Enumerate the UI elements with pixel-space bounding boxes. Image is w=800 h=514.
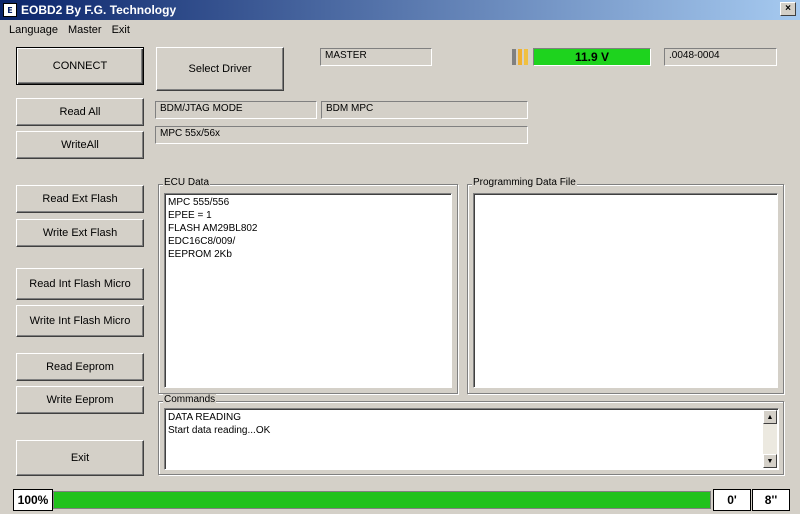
voltage-display: 11.9 V — [533, 48, 651, 66]
write-int-flash-button[interactable]: Write Int Flash Micro — [16, 305, 144, 337]
write-ext-flash-button[interactable]: Write Ext Flash — [16, 219, 144, 247]
menu-master[interactable]: Master — [63, 24, 107, 36]
app-icon: E — [3, 3, 17, 17]
voltage-bar-orange — [518, 49, 522, 65]
programming-file-list[interactable] — [473, 193, 778, 388]
ecu-data-label: ECU Data — [163, 177, 211, 188]
commands-group: Commands DATA READING Start data reading… — [158, 394, 784, 475]
processor-field: MPC 55x/56x — [155, 126, 528, 144]
close-button[interactable]: × — [780, 2, 796, 16]
command-line: DATA READING — [168, 412, 241, 423]
select-driver-button[interactable]: Select Driver — [156, 47, 284, 91]
master-field: MASTER — [320, 48, 432, 66]
ecu-data-line: EDC16C8/009/ — [168, 236, 236, 247]
elapsed-seconds: 8'' — [752, 489, 790, 511]
commands-label: Commands — [163, 394, 217, 405]
read-eeprom-button[interactable]: Read Eeprom — [16, 353, 144, 381]
window-title: EOBD2 By F.G. Technology — [21, 3, 177, 17]
close-icon: × — [785, 3, 791, 14]
command-line: Start data reading...OK — [168, 425, 271, 436]
ecu-data-list[interactable]: MPC 555/556 EPEE = 1 FLASH AM29BL802 EDC… — [164, 193, 452, 388]
mode-field: BDM/JTAG MODE — [155, 101, 317, 119]
commands-log[interactable]: DATA READING Start data reading...OK ▲ ▼ — [164, 408, 779, 470]
scroll-down-icon[interactable]: ▼ — [763, 454, 777, 468]
voltage-level-indicator — [511, 48, 533, 66]
connect-button[interactable]: CONNECT — [16, 47, 144, 85]
code-field: .0048-0004 — [664, 48, 777, 66]
title-bar: E EOBD2 By F.G. Technology × — [0, 0, 800, 20]
ecu-data-line: FLASH AM29BL802 — [168, 223, 258, 234]
programming-file-group: Programming Data File — [467, 177, 784, 394]
menu-language[interactable]: Language — [4, 24, 63, 36]
voltage-bar-grey — [512, 49, 516, 65]
bdm-field: BDM MPC — [321, 101, 528, 119]
read-int-flash-button[interactable]: Read Int Flash Micro — [16, 268, 144, 300]
ecu-data-group: ECU Data MPC 555/556 EPEE = 1 FLASH AM29… — [158, 177, 458, 394]
progress-bar — [53, 491, 711, 509]
ecu-data-line: EPEE = 1 — [168, 210, 212, 221]
ecu-data-line: EEPROM 2Kb — [168, 249, 232, 260]
commands-scrollbar[interactable]: ▲ ▼ — [763, 410, 777, 468]
write-eeprom-button[interactable]: Write Eeprom — [16, 386, 144, 414]
progress-percent: 100% — [13, 489, 53, 511]
programming-file-label: Programming Data File — [472, 177, 577, 188]
ecu-data-line: MPC 555/556 — [168, 197, 230, 208]
read-ext-flash-button[interactable]: Read Ext Flash — [16, 185, 144, 213]
scroll-up-icon[interactable]: ▲ — [763, 410, 777, 424]
exit-button[interactable]: Exit — [16, 440, 144, 476]
write-all-button[interactable]: WriteAll — [16, 131, 144, 159]
voltage-bar-yellow — [524, 49, 528, 65]
read-all-button[interactable]: Read All — [16, 98, 144, 126]
elapsed-minutes: 0' — [713, 489, 751, 511]
progress-fill — [54, 492, 710, 508]
menu-bar: Language Master Exit — [0, 21, 800, 39]
menu-exit[interactable]: Exit — [107, 24, 135, 36]
